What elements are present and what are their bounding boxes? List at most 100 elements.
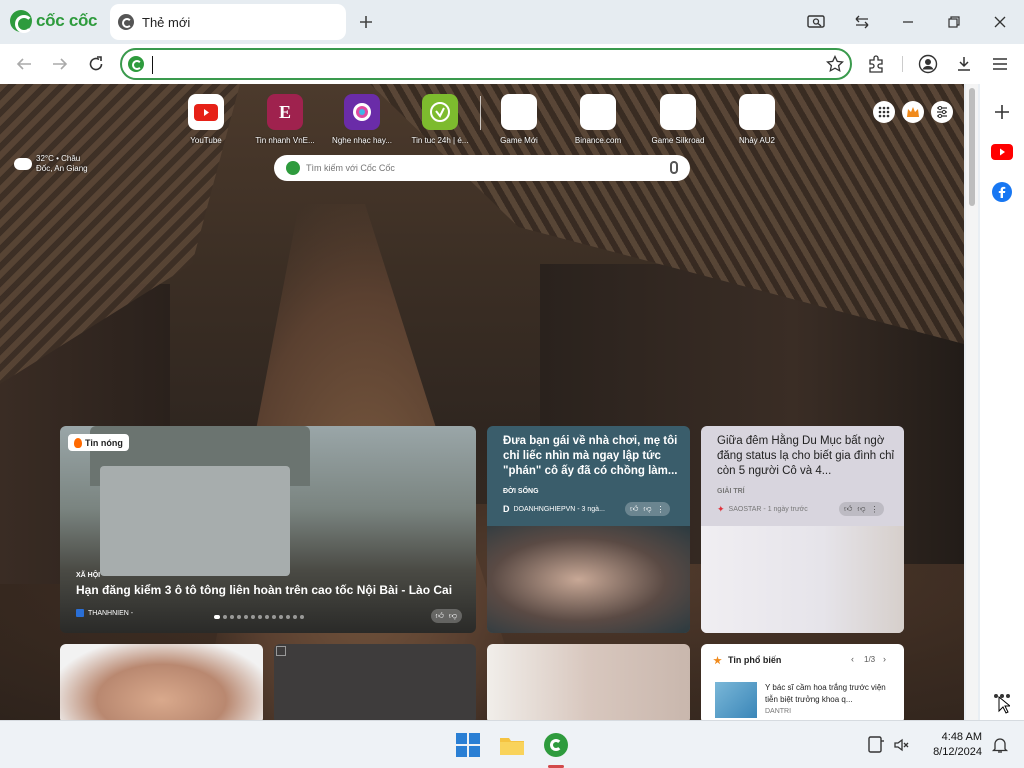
new-tab-button[interactable]	[350, 6, 382, 38]
shortcut-binance[interactable]: Binance.com	[563, 94, 633, 145]
downloads-button[interactable]	[948, 48, 980, 80]
trending-next-button[interactable]: ›	[883, 654, 886, 664]
customize-button[interactable]	[931, 101, 953, 123]
news-card-6[interactable]	[487, 644, 690, 720]
news-card-3[interactable]: Giữa đêm Hằng Du Mục bất ngờ đăng status…	[701, 426, 904, 633]
file-explorer-button[interactable]	[494, 727, 530, 763]
close-button[interactable]	[984, 6, 1016, 38]
carousel-dot[interactable]	[230, 615, 234, 619]
coccoc-logo[interactable]: cốc cốc	[10, 10, 98, 33]
news-source-label: DOANHNGHIEPVN - 3 ngà...	[513, 505, 605, 513]
news-card-4[interactable]	[60, 644, 263, 720]
trending-prev-button[interactable]: ‹	[851, 654, 854, 664]
carousel-dot[interactable]	[258, 615, 262, 619]
carousel-dot[interactable]	[214, 615, 220, 619]
shortcut-youtube[interactable]: YouTube	[171, 94, 241, 145]
maximize-button[interactable]	[938, 6, 970, 38]
news-title[interactable]: Hạn đăng kiểm 3 ô tô tông liên hoàn trên…	[76, 582, 466, 598]
sidebar-add-button[interactable]	[980, 92, 1024, 132]
address-input[interactable]	[152, 53, 812, 75]
search-input[interactable]	[306, 160, 646, 176]
shortcut-news24h[interactable]: Tin tuc 24h | é...	[405, 94, 475, 145]
forward-button[interactable]	[44, 48, 76, 80]
doanhnghiep-icon: D	[503, 504, 510, 514]
system-clock[interactable]: 4:48 AM 8/12/2024	[918, 730, 982, 760]
start-button[interactable]	[450, 727, 486, 763]
microphone-icon[interactable]	[670, 161, 678, 174]
news-title[interactable]: Đưa bạn gái về nhà chơi, mẹ tôi chỉ liếc…	[503, 434, 683, 479]
profile-button[interactable]	[912, 48, 944, 80]
address-bar[interactable]	[120, 48, 852, 80]
page-scrollbar[interactable]	[966, 84, 978, 720]
plus-icon	[995, 105, 1009, 119]
carousel-dot[interactable]	[272, 615, 276, 619]
reward-button[interactable]	[902, 101, 924, 123]
hot-news-badge-label: Tin nóng	[85, 437, 123, 448]
arrow-right-icon	[53, 58, 68, 70]
shortcut-divider	[480, 96, 481, 130]
volume-button[interactable]	[884, 727, 920, 763]
shortcut-music[interactable]: Nghe nhạc hay...	[327, 94, 397, 145]
windows-taskbar: 4:48 AM 8/12/2024	[0, 720, 1024, 768]
news-category: GIẢI TRÍ	[717, 488, 745, 495]
notifications-button[interactable]	[982, 727, 1018, 763]
apps-button[interactable]	[873, 101, 895, 123]
carousel-dot[interactable]	[300, 615, 304, 619]
carousel-dot[interactable]	[223, 615, 227, 619]
carousel-dots[interactable]	[214, 615, 304, 619]
carousel-dot[interactable]	[251, 615, 255, 619]
dislike-icon[interactable]: 👎︎	[643, 504, 651, 514]
shortcut-silkroad[interactable]: Game Silkroad	[643, 94, 713, 145]
bookmark-star-button[interactable]	[826, 54, 844, 78]
shortcut-label: Game Mới	[500, 136, 538, 145]
reaction-pill[interactable]: 👍︎ 👎︎ ⋮	[839, 502, 884, 516]
dislike-icon[interactable]: 👎︎	[449, 611, 457, 621]
news-card-5[interactable]	[274, 644, 476, 720]
carousel-dot[interactable]	[244, 615, 248, 619]
reaction-pill[interactable]: 👍︎ 👎︎	[430, 609, 462, 623]
carousel-dot[interactable]	[286, 615, 290, 619]
shortcut-label: Nhảy AU2	[738, 136, 776, 145]
back-button[interactable]	[8, 48, 40, 80]
like-icon[interactable]: 👍︎	[630, 504, 638, 514]
tab-new-tab[interactable]: Thẻ mới	[110, 4, 346, 40]
shortcut-vnexpress[interactable]: E Tin nhanh VnE...	[250, 94, 320, 145]
tab-search-icon	[807, 15, 825, 28]
news-source: THANHNIEN -	[76, 609, 133, 617]
more-icon[interactable]: ⋮	[657, 505, 665, 514]
menu-button[interactable]	[984, 48, 1016, 80]
coccoc-taskbar-button[interactable]	[538, 727, 574, 763]
dislike-icon[interactable]: 👎︎	[857, 504, 865, 514]
like-icon[interactable]: 👍︎	[436, 611, 444, 621]
trending-card[interactable]: Tin phổ biến ‹ 1/3 › Y bác sĩ cầm hoa tr…	[701, 644, 904, 720]
shortcut-au2[interactable]: Nhảy AU2	[722, 94, 792, 145]
carousel-dot[interactable]	[279, 615, 283, 619]
hot-news-card[interactable]: Tin nóng XÃ HỘI Hạn đăng kiểm 3 ô tô tôn…	[60, 426, 476, 633]
news-title[interactable]: Giữa đêm Hằng Du Mục bất ngờ đăng status…	[717, 434, 897, 479]
carousel-dot[interactable]	[237, 615, 241, 619]
sidebar-item-youtube[interactable]	[980, 132, 1024, 172]
shortcut-game-moi[interactable]: Game Mới	[484, 94, 554, 145]
title-bar: cốc cốc Thẻ mới	[0, 0, 1024, 44]
reload-button[interactable]	[80, 48, 112, 80]
plus-icon	[360, 16, 372, 28]
back-history-button[interactable]	[846, 6, 878, 38]
extensions-button[interactable]	[860, 48, 892, 80]
news-card-2[interactable]: Đưa bạn gái về nhà chơi, mẹ tôi chỉ liếc…	[487, 426, 690, 633]
sidebar-item-facebook[interactable]	[980, 172, 1024, 212]
hamburger-icon	[993, 58, 1007, 70]
more-icon[interactable]: ⋮	[871, 505, 879, 514]
trending-item-title[interactable]: Y bác sĩ cầm hoa trắng trước viện tiễn b…	[765, 682, 897, 706]
search-box[interactable]	[274, 155, 690, 181]
like-icon[interactable]: 👍︎	[844, 504, 852, 514]
profile-icon	[918, 54, 938, 74]
reaction-pill[interactable]: 👍︎ 👎︎ ⋮	[625, 502, 670, 516]
scrollbar-thumb[interactable]	[969, 88, 975, 206]
puzzle-icon	[869, 55, 883, 73]
minimize-button[interactable]	[892, 6, 924, 38]
carousel-dot[interactable]	[293, 615, 297, 619]
weather-widget[interactable]: 32°C • Châu Đốc, An Giang	[14, 152, 104, 176]
right-sidebar	[980, 84, 1024, 720]
tab-search-button[interactable]	[800, 6, 832, 38]
carousel-dot[interactable]	[265, 615, 269, 619]
